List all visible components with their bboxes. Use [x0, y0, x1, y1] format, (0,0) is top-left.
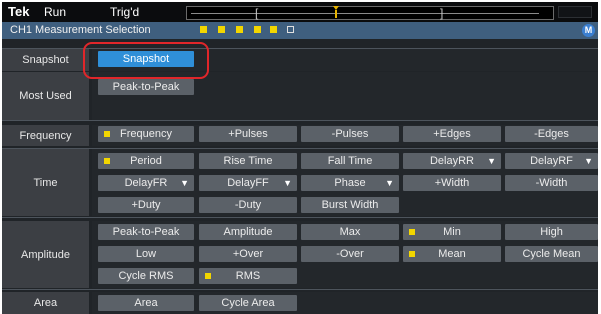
pos-duty-button[interactable]: +Duty	[98, 197, 194, 213]
selected-indicator-icon	[205, 273, 211, 279]
row-divider	[2, 48, 598, 49]
row-divider	[2, 289, 598, 290]
delay-rf-button[interactable]: DelayRF ▼	[505, 153, 598, 169]
burst-width-button[interactable]: Burst Width	[301, 197, 399, 213]
mean-label: Mean	[438, 248, 466, 260]
rms-button[interactable]: RMS	[199, 268, 297, 284]
category-snapshot: Snapshot	[2, 49, 89, 71]
selected-indicator-icon	[104, 131, 110, 137]
run-status[interactable]: Run	[44, 5, 66, 19]
neg-duty-button[interactable]: -Duty	[199, 197, 297, 213]
selected-indicator-icon	[270, 26, 277, 33]
panel-header: CH1 Measurement Selection M	[2, 22, 598, 39]
pos-edges-button[interactable]: +Edges	[403, 126, 501, 142]
selected-indicator-icon	[254, 26, 261, 33]
category-amplitude: Amplitude	[2, 221, 89, 288]
cycle-mean-button[interactable]: Cycle Mean	[505, 246, 598, 262]
dropdown-arrow-icon: ▼	[283, 178, 292, 188]
record-view-bar[interactable]: [ ]	[186, 6, 554, 20]
period-label: Period	[130, 155, 162, 167]
category-area: Area	[2, 292, 89, 314]
row-divider	[2, 217, 598, 218]
selected-indicator-icon	[200, 26, 207, 33]
cycle-rms-button[interactable]: Cycle RMS	[98, 268, 194, 284]
pos-over-button[interactable]: +Over	[199, 246, 297, 262]
delay-ff-button[interactable]: DelayFF ▼	[199, 175, 297, 191]
selected-indicator-icon	[409, 251, 415, 257]
neg-edges-button[interactable]: -Edges	[505, 126, 598, 142]
low-button[interactable]: Low	[98, 246, 194, 262]
peak-to-peak-button[interactable]: Peak-to-Peak	[98, 224, 194, 240]
view-start-bracket-icon: [	[255, 6, 259, 20]
dropdown-arrow-icon: ▼	[487, 156, 496, 166]
period-button[interactable]: Period	[98, 153, 194, 169]
pos-pulses-button[interactable]: +Pulses	[199, 126, 297, 142]
min-label: Min	[443, 226, 461, 238]
neg-over-button[interactable]: -Over	[301, 246, 399, 262]
selected-indicator-icon	[409, 229, 415, 235]
delay-rr-label: DelayRR	[429, 155, 474, 167]
selected-indicator-icon	[104, 158, 110, 164]
status-indicator	[558, 6, 592, 18]
row-divider	[2, 120, 598, 121]
selected-indicator-icon	[236, 26, 243, 33]
record-line	[191, 13, 539, 14]
pos-width-button[interactable]: +Width	[403, 175, 501, 191]
menu-badge-icon[interactable]: M	[582, 24, 595, 37]
trigger-position-icon	[333, 6, 339, 18]
dropdown-arrow-icon: ▼	[584, 156, 593, 166]
rise-time-button[interactable]: Rise Time	[199, 153, 297, 169]
brand-logo: Tek	[8, 4, 30, 19]
phase-label: Phase	[334, 177, 366, 189]
delay-fr-button[interactable]: DelayFR ▼	[98, 175, 194, 191]
neg-pulses-button[interactable]: -Pulses	[301, 126, 399, 142]
snapshot-button[interactable]: Snapshot	[98, 51, 194, 67]
high-button[interactable]: High	[505, 224, 598, 240]
neg-width-button[interactable]: -Width	[505, 175, 598, 191]
category-time: Time	[2, 149, 89, 216]
selected-indicator-icon	[218, 26, 225, 33]
measurement-selection-panel: Tek Run Trig'd [ ] CH1 Measurement Selec…	[2, 2, 598, 314]
dropdown-arrow-icon: ▼	[385, 178, 394, 188]
max-button[interactable]: Max	[301, 224, 399, 240]
panel-title: CH1 Measurement Selection	[10, 24, 151, 36]
dropdown-arrow-icon: ▼	[180, 178, 189, 188]
most-used-peak-to-peak-button[interactable]: Peak-to-Peak	[98, 79, 194, 95]
trigger-status: Trig'd	[110, 5, 140, 19]
view-end-bracket-icon: ]	[440, 6, 444, 20]
frequency-label: Frequency	[120, 128, 172, 140]
delay-rf-label: DelayRF	[530, 155, 573, 167]
frequency-button[interactable]: Frequency	[98, 126, 194, 142]
mean-button[interactable]: Mean	[403, 246, 501, 262]
cycle-area-button[interactable]: Cycle Area	[199, 295, 297, 311]
area-button[interactable]: Area	[98, 295, 194, 311]
unselected-indicator-icon	[287, 26, 294, 33]
delay-rr-button[interactable]: DelayRR ▼	[403, 153, 501, 169]
rms-label: RMS	[235, 270, 261, 282]
category-most-used: Most Used	[2, 72, 89, 120]
amplitude-button[interactable]: Amplitude	[199, 224, 297, 240]
status-bar: Tek Run Trig'd [ ]	[2, 2, 598, 22]
delay-fr-label: DelayFR	[124, 177, 168, 189]
min-button[interactable]: Min	[403, 224, 501, 240]
delay-ff-label: DelayFF	[227, 177, 269, 189]
fall-time-button[interactable]: Fall Time	[301, 153, 399, 169]
phase-button[interactable]: Phase ▼	[301, 175, 399, 191]
category-frequency: Frequency	[2, 125, 89, 146]
